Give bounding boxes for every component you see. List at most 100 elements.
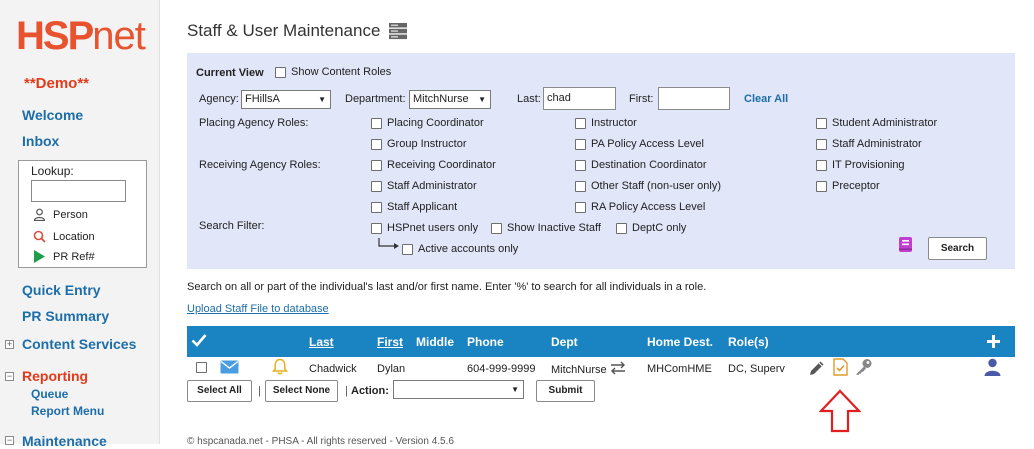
- first-name-label: First:: [629, 93, 654, 105]
- search-instructions: Search on all or part of the individual'…: [187, 281, 707, 293]
- annotation-arrow-icon: [819, 389, 861, 433]
- user-profile-icon[interactable]: [984, 358, 1001, 376]
- last-name-input[interactable]: chad: [543, 87, 616, 110]
- col-header-last[interactable]: Last: [309, 335, 334, 349]
- role-checkbox[interactable]: PA Policy Access Level: [575, 138, 704, 150]
- role-checkbox[interactable]: Instructor: [575, 117, 637, 129]
- lookup-panel: Lookup: Person Location PR Ref#: [18, 160, 147, 268]
- server-stack-icon[interactable]: [388, 22, 408, 40]
- location-search-icon: [33, 230, 46, 243]
- nav-reporting[interactable]: Reporting: [22, 368, 88, 384]
- receiving-roles-label: Receiving Agency Roles:: [199, 159, 321, 171]
- placing-roles-label: Placing Agency Roles:: [199, 117, 309, 129]
- nav-quick-entry[interactable]: Quick Entry: [22, 282, 101, 298]
- col-header-middle: Middle: [416, 335, 454, 349]
- demo-mode-label: **Demo**: [24, 75, 90, 92]
- active-accounts-only-checkbox[interactable]: Active accounts only: [402, 243, 518, 255]
- search-filter-label: Search Filter:: [199, 220, 265, 232]
- sidebar: HSPnet **Demo** Welcome Inbox Lookup: Pe…: [0, 0, 160, 449]
- role-checkbox[interactable]: Group Instructor: [371, 138, 466, 150]
- collapse-reporting-icon[interactable]: −: [5, 372, 14, 381]
- nav-report-menu[interactable]: Report Menu: [31, 404, 104, 418]
- department-label: Department:: [345, 93, 406, 105]
- footer-text: © hspcanada.net - PHSA - All rights rese…: [187, 436, 454, 447]
- role-checkbox[interactable]: Staff Applicant: [371, 201, 457, 213]
- cell-home-dest: MHComHME: [647, 363, 712, 375]
- chevron-down-icon: ▼: [318, 95, 326, 104]
- lookup-person[interactable]: Person: [33, 208, 88, 221]
- col-header-first[interactable]: First: [377, 335, 403, 349]
- hspnet-users-only-checkbox[interactable]: HSPnet users only: [371, 222, 478, 234]
- check-all-icon[interactable]: [191, 333, 207, 347]
- play-icon: [34, 250, 45, 263]
- separator: |: [345, 385, 348, 397]
- lookup-title: Lookup:: [31, 164, 74, 178]
- cell-first: Dylan: [377, 363, 406, 375]
- table-row: Chadwick Dylan 604-999-9999 MitchNurse M…: [187, 357, 1015, 379]
- role-checkbox[interactable]: Destination Coordinator: [575, 159, 707, 171]
- chevron-down-icon: ▼: [511, 385, 519, 394]
- lookup-input[interactable]: [31, 180, 126, 202]
- key-icon[interactable]: [854, 358, 873, 376]
- last-name-label: Last:: [517, 93, 541, 105]
- role-checkbox[interactable]: Preceptor: [816, 180, 880, 192]
- lookup-pr-ref[interactable]: PR Ref#: [33, 250, 95, 263]
- deptc-only-checkbox[interactable]: DeptC only: [616, 222, 686, 234]
- nav-welcome[interactable]: Welcome: [22, 107, 83, 123]
- sub-option-arrow-icon: [378, 238, 399, 249]
- expand-content-services-icon[interactable]: +: [5, 340, 14, 349]
- action-label: Action:: [351, 385, 389, 397]
- separator: |: [258, 385, 261, 397]
- submit-button[interactable]: Submit: [536, 380, 595, 402]
- show-inactive-staff-checkbox[interactable]: Show Inactive Staff: [491, 222, 601, 234]
- row-select-checkbox[interactable]: [196, 362, 207, 373]
- first-name-input[interactable]: [658, 87, 730, 110]
- role-checkbox[interactable]: Placing Coordinator: [371, 117, 484, 129]
- chevron-down-icon: ▼: [478, 95, 486, 104]
- search-panel: Current View Show Content Roles Agency: …: [187, 53, 1015, 269]
- nav-content-services[interactable]: Content Services: [22, 336, 136, 352]
- bell-icon[interactable]: [272, 358, 288, 375]
- document-check-icon[interactable]: [833, 358, 848, 376]
- person-icon: [33, 208, 46, 221]
- show-content-roles-checkbox[interactable]: Show Content Roles: [275, 66, 391, 78]
- current-view-label: Current View: [196, 67, 264, 79]
- agency-select[interactable]: FHillsA ▼: [241, 90, 331, 109]
- role-checkbox[interactable]: Staff Administrator: [371, 180, 477, 192]
- edit-pencil-icon[interactable]: [808, 359, 826, 377]
- role-checkbox[interactable]: Receiving Coordinator: [371, 159, 496, 171]
- add-staff-icon[interactable]: [987, 335, 1000, 348]
- col-header-roles: Role(s): [728, 335, 769, 349]
- nav-maintenance[interactable]: Maintenance: [22, 433, 107, 449]
- action-select[interactable]: ▼: [393, 380, 524, 399]
- role-checkbox[interactable]: RA Policy Access Level: [575, 201, 705, 213]
- department-select[interactable]: MitchNurse ▼: [409, 90, 491, 109]
- lookup-location[interactable]: Location: [33, 230, 95, 243]
- col-header-dept: Dept: [551, 335, 578, 349]
- select-none-button[interactable]: Select None: [265, 380, 338, 402]
- clear-all-link[interactable]: Clear All: [744, 93, 788, 105]
- cell-phone: 604-999-9999: [467, 363, 536, 375]
- role-checkbox[interactable]: Student Administrator: [816, 117, 937, 129]
- role-checkbox[interactable]: Other Staff (non-user only): [575, 180, 721, 192]
- nav-inbox[interactable]: Inbox: [22, 133, 59, 149]
- col-header-phone: Phone: [467, 335, 504, 349]
- search-button[interactable]: Search: [928, 237, 987, 260]
- agency-label: Agency:: [199, 93, 239, 105]
- role-checkbox[interactable]: Staff Administrator: [816, 138, 922, 150]
- table-header: Last First Middle Phone Dept Home Dest. …: [187, 326, 1015, 357]
- cell-dept: MitchNurse: [551, 364, 607, 376]
- cell-roles: DC, Superv: [728, 363, 785, 375]
- nav-queue[interactable]: Queue: [31, 387, 68, 401]
- role-checkbox[interactable]: IT Provisioning: [816, 159, 905, 171]
- nav-pr-summary[interactable]: PR Summary: [22, 308, 109, 324]
- page-title: Staff & User Maintenance: [187, 21, 381, 40]
- transfer-icon[interactable]: [610, 361, 626, 375]
- email-icon[interactable]: [220, 360, 239, 374]
- hspnet-logo[interactable]: HSPnet: [16, 14, 146, 59]
- select-all-button[interactable]: Select All: [187, 380, 252, 402]
- cell-last: Chadwick: [309, 363, 357, 375]
- col-header-home-dest: Home Dest.: [647, 335, 714, 349]
- upload-staff-file-link[interactable]: Upload Staff File to database: [187, 303, 329, 315]
- book-icon[interactable]: [898, 236, 913, 253]
